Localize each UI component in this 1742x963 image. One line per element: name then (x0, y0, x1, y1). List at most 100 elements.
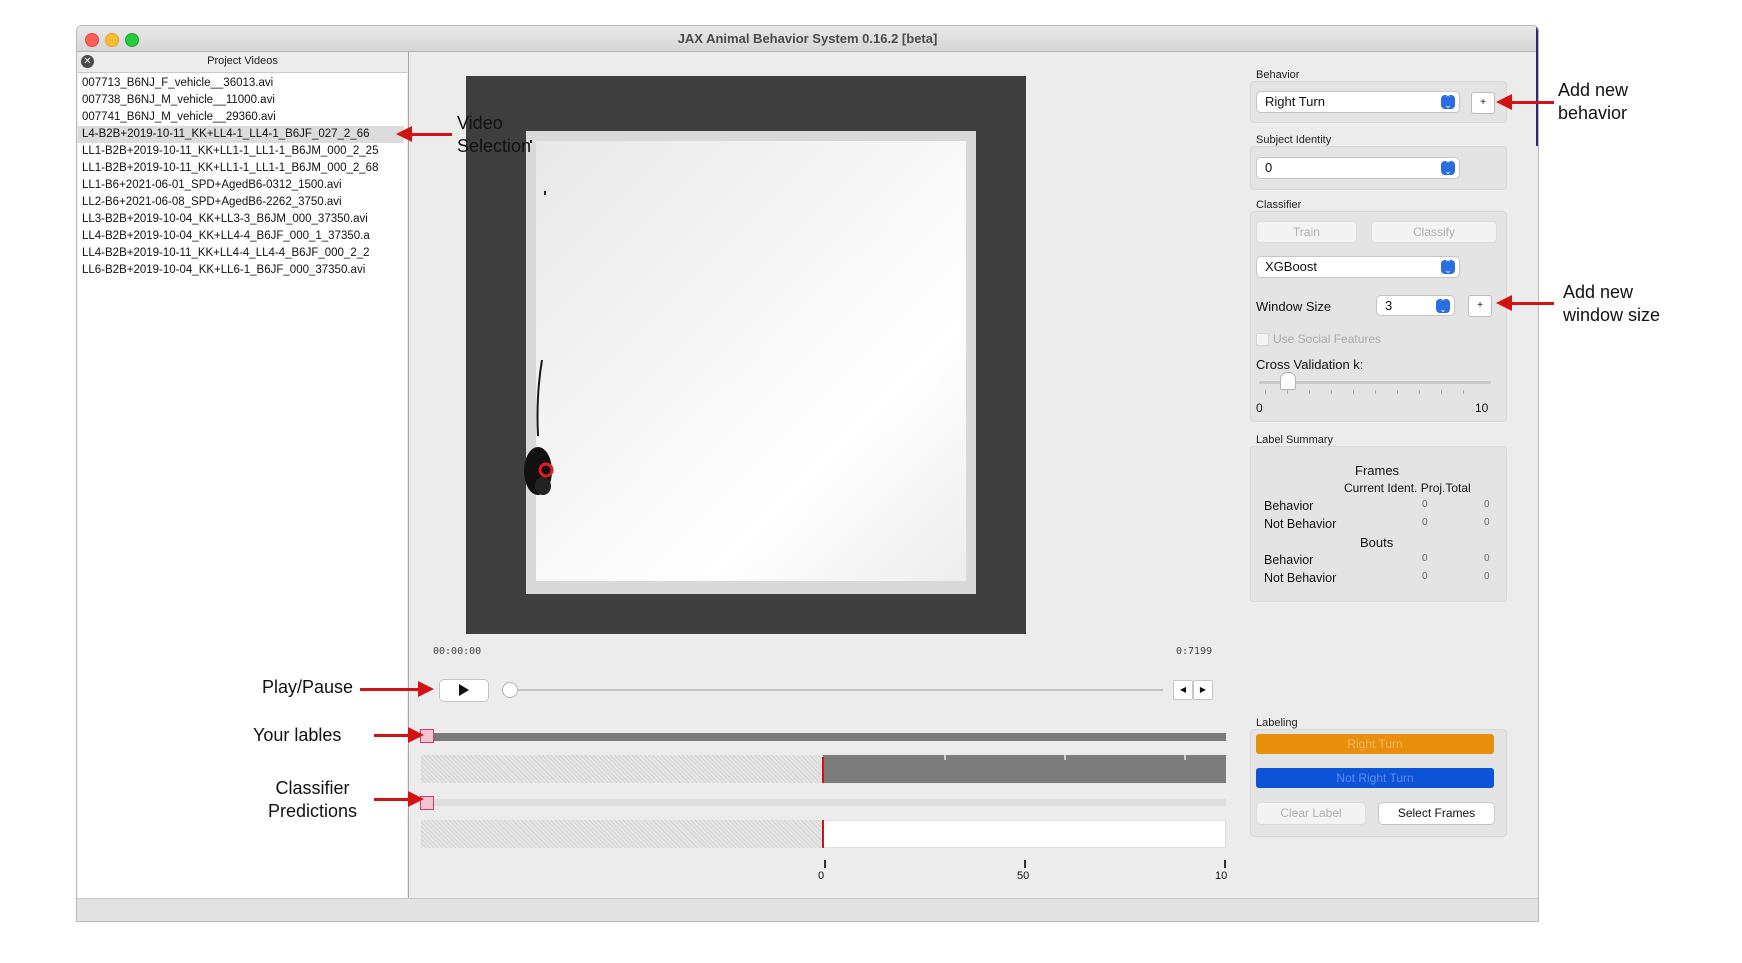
video-list-item[interactable]: LL1-B6+2021-06-01_SPD+AgedB6-0312_1500.a… (82, 177, 404, 194)
window-title: JAX Animal Behavior System 0.16.2 [beta] (677, 31, 938, 46)
mouse-image (524, 359, 554, 495)
add-window-size-button[interactable]: + (1468, 295, 1492, 317)
annotation-video-selection: Video Selection (457, 112, 531, 158)
video-list-item[interactable]: LL4-B2B+2019-10-04_KK+LL4-4_B6JF_000_1_3… (82, 228, 404, 245)
label-timeline-unlabeled[interactable] (421, 755, 823, 783)
chevron-updown-icon: ⌃ ⌄ (1441, 259, 1455, 275)
label-summary-title: Label Summary (1256, 434, 1334, 446)
step-back-button[interactable]: ◀ (1173, 680, 1193, 700)
bouts-behavior-current: 0 (1422, 553, 1428, 564)
seek-slider-track[interactable] (503, 689, 1163, 691)
annotation-line: behavior (1558, 103, 1628, 123)
annotation-line: Classifier (275, 778, 350, 798)
subject-identity-label: Subject Identity (1256, 134, 1332, 146)
annotation-line: Selection (457, 136, 532, 156)
timeline-tick (1064, 755, 1066, 760)
video-list[interactable]: 007713_B6NJ_F_vehicle__36013.avi 007738_… (78, 72, 407, 899)
annotation-line: Add new (1563, 282, 1634, 302)
seek-slider-handle[interactable] (502, 682, 518, 698)
frames-not-behavior-current: 0 (1422, 517, 1428, 528)
annotation-arrow (374, 791, 424, 807)
frames-not-behavior-total: 0 (1484, 517, 1490, 528)
social-features-label: Use Social Features (1273, 332, 1382, 346)
clear-label-button[interactable]: Clear Label (1256, 802, 1366, 825)
bouts-behavior-label: Behavior (1264, 553, 1314, 567)
classify-button[interactable]: Classify (1371, 221, 1497, 243)
video-list-item-selected[interactable]: L4-B2B+2019-10-11_KK+LL4-1_LL4-1_B6JF_02… (78, 126, 404, 143)
axis-label: 0 (818, 870, 825, 882)
prediction-overview-track[interactable] (421, 799, 1226, 806)
window-size-select[interactable]: 3 ⌃ ⌄ (1376, 295, 1455, 316)
video-list-item[interactable]: 007741_B6NJ_M_vehicle__29360.avi (82, 109, 404, 126)
social-features-checkbox[interactable] (1256, 333, 1269, 346)
video-list-item[interactable]: LL1-B2B+2019-10-11_KK+LL1-1_LL1-1_B6JM_0… (82, 160, 404, 177)
time-start: 00:00:00 (433, 646, 482, 657)
label-timeline-range[interactable] (823, 755, 1226, 783)
video-list-item[interactable]: LL6-B2B+2019-10-04_KK+LL6-1_B6JF_000_373… (82, 262, 404, 279)
axis-tick (824, 860, 826, 868)
annotation-arrow (396, 126, 452, 142)
cross-validation-slider-handle[interactable] (1279, 372, 1296, 390)
bouts-not-behavior-total: 0 (1484, 571, 1490, 582)
classifier-algorithm-select[interactable]: XGBoost ⌃ ⌄ (1256, 256, 1460, 278)
time-end: 0:7199 (1176, 646, 1213, 657)
video-list-item[interactable]: LL3-B2B+2019-10-04_KK+LL3-3_B6JM_000_373… (82, 211, 404, 228)
annotation-your-labels: Your lables (253, 725, 342, 745)
label-overview-track[interactable] (421, 733, 1226, 741)
title-bar: JAX Animal Behavior System 0.16.2 [beta] (77, 26, 1538, 52)
chevron-updown-icon: ⌃ ⌄ (1441, 94, 1455, 110)
video-list-item[interactable]: LL4-B2B+2019-10-11_KK+LL4-4_LL4-4_B6JF_0… (82, 245, 404, 262)
behavior-label: Behavior (1256, 69, 1300, 81)
arena-image (526, 131, 976, 594)
annotation-add-window: Add new window size (1563, 281, 1660, 327)
prediction-timeline-range[interactable] (823, 820, 1226, 848)
labeling-title: Labeling (1256, 717, 1298, 729)
chevron-updown-icon: ⌃ ⌄ (1436, 298, 1450, 314)
timeline-tick (1184, 755, 1186, 760)
step-forward-button[interactable]: ▶ (1193, 680, 1213, 700)
summary-columns-header: Current Ident. Proj.Total (1344, 481, 1471, 495)
window-edge-accent (1536, 26, 1538, 146)
arena-floor (536, 141, 966, 581)
step-forward-icon: ▶ (1199, 685, 1207, 694)
prediction-timeline-cursor (822, 820, 824, 848)
video-player[interactable] (466, 76, 1026, 634)
label-not-behavior-button[interactable]: Not Right Turn (1256, 768, 1494, 788)
debris-dot (544, 191, 546, 195)
behavior-select[interactable]: Right Turn ⌃ ⌄ (1256, 91, 1460, 113)
classifier-label: Classifier (1256, 199, 1302, 211)
status-bar (77, 898, 1538, 921)
play-pause-button[interactable] (439, 679, 489, 702)
annotation-arrow (1496, 295, 1554, 311)
axis-label: 50 (1017, 870, 1030, 882)
video-list-item[interactable]: 007713_B6NJ_F_vehicle__36013.avi (82, 75, 404, 92)
subject-identity-select[interactable]: 0 ⌃ ⌄ (1256, 157, 1460, 179)
step-back-icon: ◀ (1179, 685, 1187, 694)
subject-identity-value: 0 (1265, 160, 1273, 175)
timeline-tick (944, 755, 946, 760)
video-list-item[interactable]: 007738_B6NJ_M_vehicle__11000.avi (82, 92, 404, 109)
annotation-arrow (374, 727, 424, 743)
frames-header: Frames (1355, 463, 1400, 478)
classifier-algorithm-value: XGBoost (1265, 259, 1318, 274)
label-timeline-cursor (822, 757, 824, 783)
annotation-classifier-predictions: Classifier Predictions (268, 777, 357, 823)
add-behavior-button[interactable]: + (1471, 92, 1495, 114)
annotation-add-behavior: Add new behavior (1558, 79, 1628, 125)
train-button[interactable]: Train (1256, 221, 1357, 243)
chevron-updown-icon: ⌃ ⌄ (1441, 160, 1455, 176)
bouts-header: Bouts (1360, 535, 1394, 550)
annotation-arrow (360, 681, 434, 697)
select-frames-button[interactable]: Select Frames (1378, 802, 1495, 825)
video-list-item[interactable]: LL2-B6+2021-06-08_SPD+AgedB6-2262_3750.a… (82, 194, 404, 211)
cross-validation-label: Cross Validation k: (1256, 357, 1364, 372)
cross-validation-ticks (1265, 390, 1485, 394)
video-list-item[interactable]: LL1-B2B+2019-10-11_KK+LL1-1_LL1-1_B6JM_0… (82, 143, 404, 160)
bouts-behavior-total: 0 (1484, 553, 1490, 564)
axis-tick (1024, 860, 1026, 868)
axis-label: 10 (1215, 870, 1228, 882)
play-icon (459, 684, 469, 696)
prediction-timeline-unlabeled[interactable] (421, 820, 823, 848)
window-size-value: 3 (1385, 298, 1393, 313)
label-behavior-button[interactable]: Right Turn (1256, 734, 1494, 754)
